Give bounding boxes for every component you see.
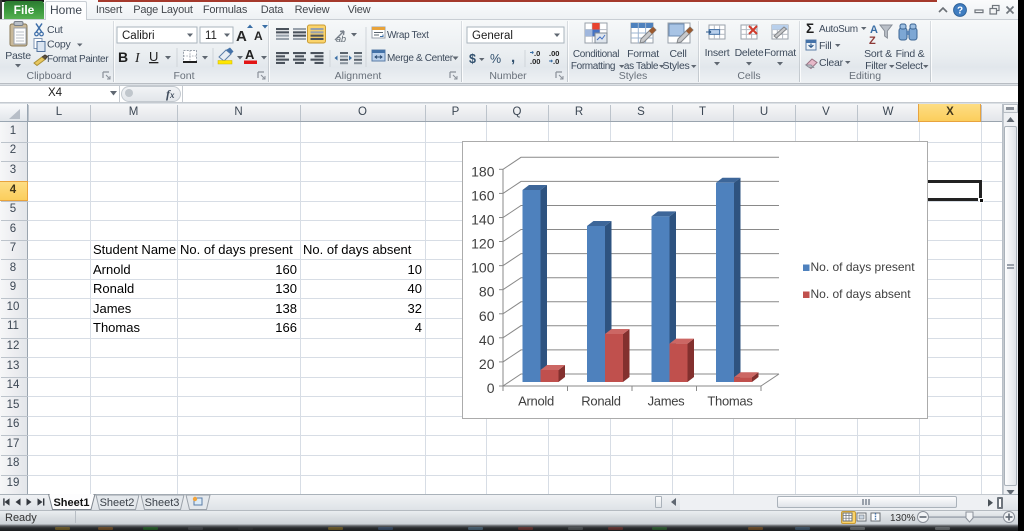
svg-text:$: $	[469, 52, 476, 66]
svg-text:I: I	[134, 51, 141, 66]
svg-text:Format: Format	[764, 47, 796, 59]
svg-text:U: U	[149, 49, 158, 64]
svg-text:100: 100	[471, 260, 495, 276]
svg-text:No. of days present: No. of days present	[811, 260, 916, 274]
svg-text:.0: .0	[553, 57, 559, 66]
svg-text:Wrap Text: Wrap Text	[387, 30, 429, 41]
svg-text:Σ: Σ	[806, 21, 814, 36]
svg-text:Clear: Clear	[819, 57, 844, 69]
svg-text:B: B	[118, 49, 128, 65]
svg-text:Arnold: Arnold	[518, 394, 554, 409]
svg-text:Copy: Copy	[47, 39, 72, 51]
svg-text:Formatting: Formatting	[571, 61, 615, 72]
svg-text:Insert: Insert	[705, 47, 730, 59]
svg-text:Calibri: Calibri	[122, 30, 155, 42]
svg-text:,: ,	[511, 49, 515, 66]
svg-text:A: A	[254, 29, 263, 43]
svg-text:Ronald: Ronald	[581, 394, 620, 409]
svg-text:%: %	[490, 52, 501, 66]
svg-text:120: 120	[471, 236, 495, 252]
svg-text:60: 60	[479, 308, 495, 324]
svg-text:Fill: Fill	[819, 40, 831, 52]
svg-text:as Table: as Table	[624, 61, 659, 72]
svg-text:Sort &: Sort &	[864, 48, 892, 60]
svg-text:Paste: Paste	[5, 50, 31, 62]
svg-text:Cell: Cell	[669, 48, 686, 60]
svg-text:160: 160	[471, 187, 495, 203]
svg-text:40: 40	[479, 332, 495, 348]
svg-text:ab: ab	[336, 34, 346, 44]
svg-text:Sheet2: Sheet2	[100, 497, 135, 509]
svg-text:0: 0	[487, 380, 495, 396]
svg-text:.00: .00	[530, 57, 540, 66]
svg-text:Sheet3: Sheet3	[145, 497, 180, 509]
svg-text:No. of days absent: No. of days absent	[811, 287, 912, 301]
svg-text:20: 20	[479, 356, 495, 372]
svg-text:180: 180	[471, 163, 495, 179]
svg-text:Sheet1: Sheet1	[53, 497, 89, 509]
svg-text:Styles: Styles	[662, 60, 689, 72]
svg-text:11: 11	[205, 30, 217, 42]
svg-text:Z: Z	[869, 35, 876, 47]
svg-text:James: James	[648, 394, 686, 409]
svg-text:Conditional: Conditional	[573, 49, 619, 60]
svg-text:Delete: Delete	[735, 47, 764, 59]
svg-text:A: A	[245, 47, 255, 62]
svg-text:AutoSum: AutoSum	[819, 24, 858, 35]
svg-text:Filter: Filter	[865, 60, 888, 72]
svg-text:Format Painter: Format Painter	[47, 54, 109, 65]
svg-text:Find &: Find &	[896, 48, 925, 60]
svg-text:Format: Format	[627, 48, 659, 60]
svg-text:140: 140	[471, 212, 495, 228]
svg-text:Thomas: Thomas	[707, 394, 753, 409]
svg-text:A: A	[236, 28, 247, 45]
svg-text:80: 80	[479, 284, 495, 300]
svg-text:Select: Select	[895, 60, 923, 72]
svg-text:General: General	[472, 30, 513, 42]
svg-text:Cut: Cut	[47, 24, 63, 36]
svg-text:Merge & Center: Merge & Center	[387, 53, 454, 64]
